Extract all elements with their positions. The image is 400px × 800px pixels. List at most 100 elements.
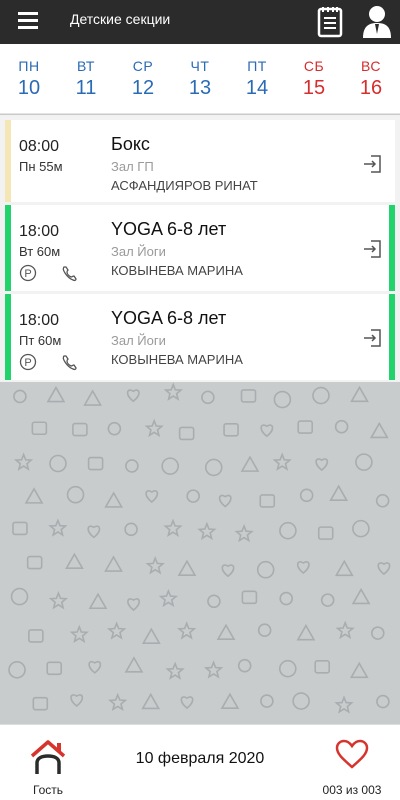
doodle-icon (375, 493, 390, 508)
doodle-icon (203, 660, 224, 679)
bottom-bar: Гость 10 февраля 2020 003 из 003 (0, 724, 400, 800)
doodle-icon (369, 421, 389, 439)
day-number: 12 (131, 77, 155, 99)
home-icon (30, 740, 66, 774)
doodle-icon (201, 390, 215, 405)
doodle-icon (28, 629, 44, 643)
doodle-icon (355, 453, 373, 471)
doodle-icon (83, 389, 103, 406)
doodle-icon (163, 518, 183, 537)
doodle-icon (32, 696, 49, 711)
doodle-icon (88, 660, 102, 674)
day-sunday[interactable]: ВС 16 (346, 58, 396, 100)
doodle-icon (273, 390, 292, 409)
doodle-icon (141, 692, 161, 710)
doodle-icon (314, 660, 331, 674)
doodle-icon (220, 692, 240, 710)
class-card[interactable]: 18:00 Пт 60м P YOGA 6-8 лет Зал Йоги КОВ… (5, 294, 395, 380)
doodle-icon (70, 694, 84, 708)
doodle-pattern-icon (8, 382, 391, 714)
menu-icon[interactable] (18, 12, 38, 30)
doodle-icon (13, 452, 34, 471)
doodle-icon (163, 382, 183, 401)
class-card[interactable]: 18:00 Вт 60м P YOGA 6-8 лет Зал Йоги КОВ… (5, 205, 395, 291)
doodle-icon (87, 525, 101, 539)
doodle-icon (31, 421, 48, 436)
current-date: 10 февраля 2020 (135, 750, 265, 767)
doodle-icon (334, 419, 349, 434)
doodle-icon (272, 452, 292, 471)
doodle-icon (108, 692, 128, 712)
doodle-icon (10, 587, 29, 606)
day-friday[interactable]: ПТ 14 (232, 58, 282, 100)
favorites-counter: 003 из 003 (322, 783, 382, 797)
doodle-icon (335, 620, 355, 640)
class-card[interactable]: 08:00 Пн 55м Бокс Зал ГП АСФАНДИЯРОВ РИН… (5, 120, 395, 202)
app-header: Детские секции (0, 0, 400, 44)
doodle-icon (204, 458, 223, 477)
doodle-icon (141, 627, 161, 644)
doodle-icon (315, 458, 329, 472)
doodle-icon (127, 598, 140, 612)
doodle-icon (87, 456, 104, 471)
parking-icon: P (19, 353, 37, 371)
doodle-icon (48, 591, 69, 610)
notepad-icon[interactable] (316, 4, 344, 38)
day-name: ПН (18, 58, 40, 74)
sign-in-icon[interactable] (363, 154, 383, 174)
doodle-icon (144, 418, 164, 438)
user-profile-icon[interactable] (362, 4, 392, 38)
doodle-icon (13, 389, 27, 404)
day-monday[interactable]: ПН 10 (4, 58, 54, 100)
doodle-icon (145, 556, 165, 575)
doodle-icon (223, 422, 239, 437)
class-day-duration: Вт 60м (19, 244, 61, 259)
day-thursday[interactable]: ЧТ 13 (175, 58, 225, 100)
doodle-icon (370, 626, 385, 640)
class-hall: Зал Йоги (111, 333, 166, 348)
doodle-icon (125, 459, 139, 473)
doodle-icon (207, 594, 221, 609)
day-name: ПТ (247, 58, 267, 74)
class-time: 18:00 (19, 312, 60, 329)
sign-in-icon[interactable] (363, 328, 383, 348)
week-selector: ПН 10 ВТ 11 СР 12 ЧТ 13 ПТ 14 СБ 15 ВС 1… (0, 44, 400, 114)
class-name: YOGA 6-8 лет (111, 308, 227, 328)
doodle-icon (186, 489, 200, 503)
doodle-icon (234, 523, 254, 543)
home-label: Гость (32, 783, 64, 797)
class-hall: Зал ГП (111, 159, 154, 174)
sign-in-icon[interactable] (363, 239, 383, 259)
doodle-icon (278, 659, 297, 678)
class-name: YOGA 6-8 лет (111, 219, 227, 239)
doodle-icon (165, 661, 185, 680)
doodle-icon (376, 694, 390, 709)
class-day-duration: Пн 55м (19, 159, 63, 174)
parking-icon: P (19, 264, 37, 282)
doodle-icon (48, 518, 68, 537)
day-wednesday[interactable]: СР 12 (118, 58, 168, 100)
doodle-icon (197, 521, 217, 541)
page-title: Детские секции (70, 11, 171, 27)
doodle-icon (177, 559, 197, 576)
class-time: 08:00 (19, 138, 60, 155)
home-button[interactable]: Гость (18, 735, 78, 797)
heart-icon (335, 739, 369, 769)
day-tuesday[interactable]: ВТ 11 (61, 58, 111, 100)
doodle-icon (66, 485, 85, 504)
doodle-icon (241, 590, 258, 605)
class-icons: P (19, 353, 89, 371)
doodle-icon (260, 694, 274, 708)
favorites-button[interactable]: 003 из 003 (314, 739, 390, 799)
doodle-icon (158, 588, 179, 608)
doodle-icon (88, 592, 108, 610)
doodle-icon (296, 561, 310, 574)
doodle-icon (72, 422, 88, 437)
day-name: ВТ (77, 58, 95, 74)
doodle-icon (177, 621, 197, 640)
day-number: 11 (75, 77, 97, 99)
doodle-icon (221, 564, 235, 578)
doodle-icon (104, 491, 124, 508)
day-saturday[interactable]: СБ 15 (289, 58, 339, 100)
doodle-icon (106, 621, 127, 640)
